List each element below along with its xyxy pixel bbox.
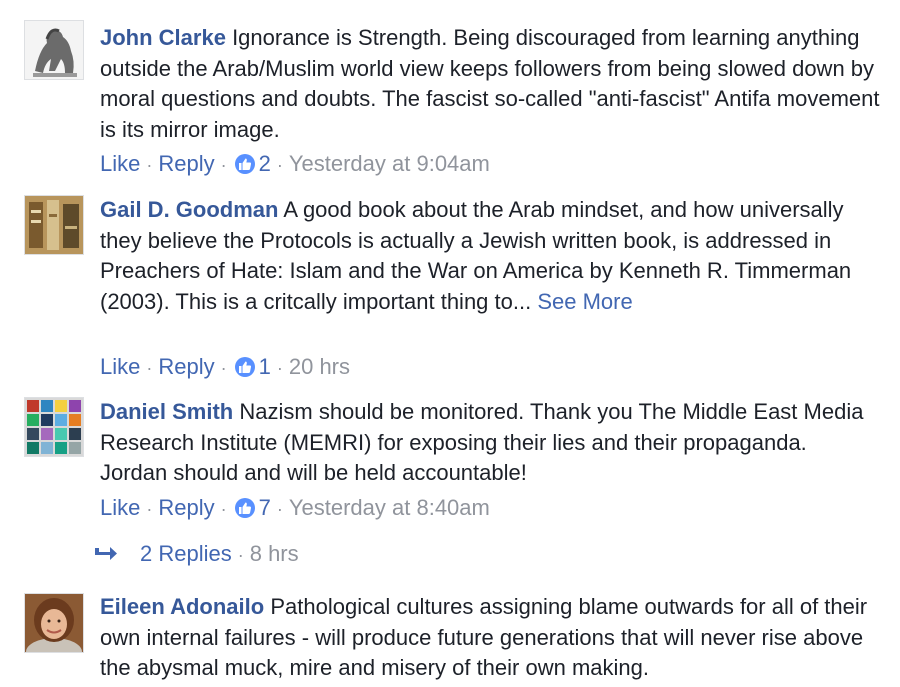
replies-link[interactable]: 2 Replies — [140, 541, 232, 566]
comment-author[interactable]: Eileen Adonailo — [100, 594, 264, 619]
comment-author[interactable]: John Clarke — [100, 25, 226, 50]
see-more-link[interactable]: See More — [537, 289, 632, 314]
like-button[interactable]: Like — [100, 354, 140, 379]
separator: · — [220, 358, 227, 378]
separator: · — [146, 358, 153, 378]
separator: · — [146, 499, 153, 519]
reply-arrow-icon — [92, 541, 122, 571]
separator: · — [237, 545, 244, 565]
comment-body: Gail D. Goodman A good book about the Ar… — [100, 195, 880, 317]
comment-body: John Clarke Ignorance is Strength. Being… — [100, 23, 880, 145]
like-thumb-icon — [234, 498, 255, 518]
comment-author[interactable]: Gail D. Goodman — [100, 197, 278, 222]
separator: · — [276, 155, 283, 175]
comment-actions: Like · Reply · 7 · Yesterday at 8:40am — [100, 493, 490, 524]
like-thumb-icon — [234, 154, 255, 174]
comment-actions: Like · Reply · 2 · Yesterday at 9:04am — [100, 149, 490, 180]
reply-button[interactable]: Reply — [158, 354, 214, 379]
reply-button[interactable]: Reply — [158, 151, 214, 176]
comment-timestamp[interactable]: Yesterday at 9:04am — [289, 151, 490, 176]
reaction-count[interactable]: 2 — [259, 151, 271, 176]
like-thumb-icon — [234, 357, 255, 377]
separator: · — [276, 499, 283, 519]
separator: · — [146, 155, 153, 175]
avatar[interactable] — [24, 20, 84, 80]
comment-body: Daniel Smith Nazism should be monitored.… — [100, 397, 880, 489]
avatar[interactable] — [24, 397, 84, 457]
comment-body: Eileen Adonailo Pathological cultures as… — [100, 592, 880, 684]
separator: · — [220, 155, 227, 175]
separator: · — [220, 499, 227, 519]
view-replies[interactable]: 2 Replies · 8 hrs — [92, 539, 299, 571]
like-button[interactable]: Like — [100, 151, 140, 176]
separator: · — [276, 358, 283, 378]
avatar[interactable] — [24, 195, 84, 255]
avatar[interactable] — [24, 593, 84, 653]
comment-timestamp[interactable]: 20 hrs — [289, 354, 350, 379]
replies-timestamp: 8 hrs — [249, 541, 299, 566]
like-button[interactable]: Like — [100, 495, 140, 520]
avatar-image — [25, 594, 83, 652]
comment-actions: Like · Reply · 1 · 20 hrs — [100, 352, 350, 383]
avatar-image — [25, 196, 83, 254]
avatar-image — [25, 398, 83, 456]
reply-button[interactable]: Reply — [158, 495, 214, 520]
reaction-count[interactable]: 7 — [259, 495, 271, 520]
comment-author[interactable]: Daniel Smith — [100, 399, 233, 424]
avatar-image — [25, 21, 83, 79]
comment-timestamp[interactable]: Yesterday at 8:40am — [289, 495, 490, 520]
reaction-count[interactable]: 1 — [259, 354, 271, 379]
